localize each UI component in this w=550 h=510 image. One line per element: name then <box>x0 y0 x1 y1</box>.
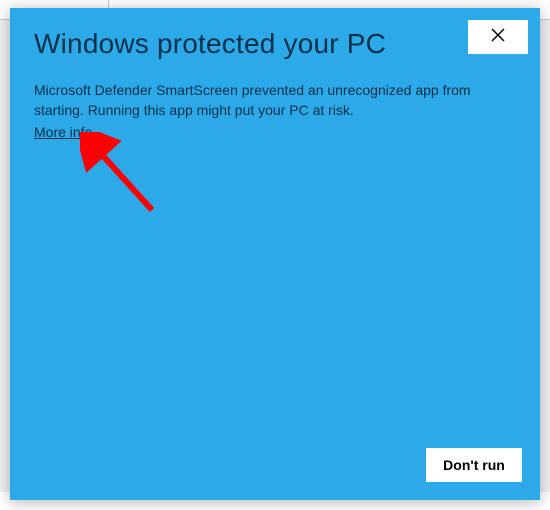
close-button[interactable] <box>468 20 528 54</box>
dont-run-button[interactable]: Don't run <box>426 448 522 482</box>
more-info-link[interactable]: More info <box>34 124 92 140</box>
dialog-body-text: Microsoft Defender SmartScreen prevented… <box>34 80 510 120</box>
smartscreen-dialog: Windows protected your PC Microsoft Defe… <box>10 8 540 500</box>
dialog-title: Windows protected your PC <box>34 28 386 60</box>
dont-run-label: Don't run <box>443 457 505 473</box>
annotation-arrow-icon <box>80 132 170 237</box>
close-icon <box>491 28 505 47</box>
